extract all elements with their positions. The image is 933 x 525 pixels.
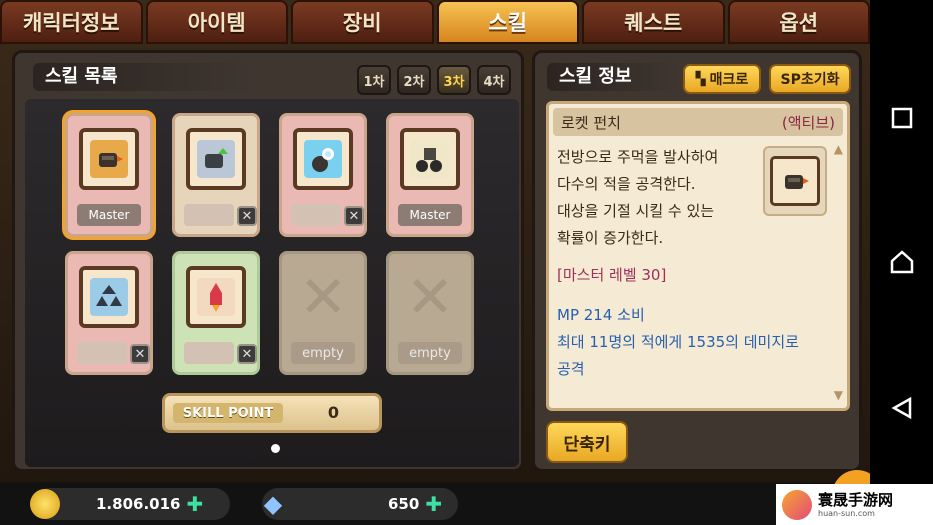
skill-info-panel: 스킬 정보 ▚ 매크로 SP초기화 로켓 펀치 (액티브) 전방으로 주먹을 발… <box>532 50 862 472</box>
close-icon[interactable]: ✕ <box>237 206 257 226</box>
job-advancement-tabs: 1차 2차 3차 4차 <box>357 65 511 95</box>
macro-label: 매크로 <box>709 72 749 88</box>
tab-items[interactable]: 아이템 <box>145 0 288 44</box>
skill-card-empty-2[interactable]: ✕ empty <box>386 251 474 375</box>
effect-line: MP 214 소비 <box>557 306 645 324</box>
tab-quests[interactable]: 퀘스트 <box>582 0 725 44</box>
skill-info-box: 로켓 펀치 (액티브) 전방으로 주먹을 발사하여 다수의 적을 공격한다. 대… <box>546 101 850 411</box>
robot-summon-icon <box>411 140 449 178</box>
skill-icon-frame <box>186 128 246 190</box>
watermark-logo-icon <box>782 489 812 520</box>
grid-icon: ▚ <box>695 71 706 87</box>
watermark-title: 寰晟手游网 <box>818 490 894 509</box>
master-level-text: [마스터 레벨 30] <box>557 266 667 284</box>
skill-card-4[interactable]: Master <box>386 113 474 237</box>
skill-level-bar <box>184 204 234 226</box>
skill-name: 로켓 펀치 <box>561 114 621 132</box>
empty-slot-label: empty <box>398 342 462 364</box>
coin-icon <box>30 489 60 519</box>
skill-card-rocket-punch[interactable]: Master <box>65 113 153 237</box>
skill-point-box: SKILL POINT 0 <box>162 393 382 433</box>
close-icon[interactable]: ✕ <box>344 206 364 226</box>
skill-point-value: 0 <box>327 403 339 422</box>
description-line: 다수의 적을 공격한다. <box>557 175 696 193</box>
rocket-punch-icon <box>770 156 820 206</box>
skill-card-2[interactable]: ✕ <box>172 113 260 237</box>
scroll-down-icon[interactable]: ▼ <box>834 388 843 402</box>
add-gem-plus-icon[interactable]: ✚ <box>425 492 442 516</box>
gem-display: ◆ 650 ✚ <box>262 488 458 520</box>
home-icon[interactable] <box>888 248 916 276</box>
skill-point-label: SKILL POINT <box>173 403 283 423</box>
skill-level-bar <box>184 342 234 364</box>
add-meso-plus-icon[interactable]: ✚ <box>186 492 203 516</box>
currency-bar: 1.806.016 ✚ ◆ 650 ✚ <box>0 482 870 525</box>
close-icon[interactable]: ✕ <box>130 344 150 364</box>
skill-level-bar <box>291 204 341 226</box>
page-indicator-dot <box>271 444 280 453</box>
skill-description: 전방으로 주먹을 발사하여 다수의 적을 공격한다. 대상을 기절 시킬 수 있… <box>557 144 757 252</box>
skill-name-bar: 로켓 펀치 (액티브) <box>553 108 843 136</box>
shortcut-key-button[interactable]: 단축키 <box>546 421 628 463</box>
description-line: 전방으로 주먹을 발사하여 <box>557 148 719 166</box>
macro-button[interactable]: ▚ 매크로 <box>683 64 761 94</box>
tab-job-3[interactable]: 3차 <box>437 65 471 95</box>
skill-icon-frame <box>400 128 460 190</box>
skill-icon-frame <box>293 128 353 190</box>
skill-info-title: 스킬 정보 <box>547 63 679 91</box>
empty-slot-icon: ✕ <box>405 263 455 331</box>
description-line: 대상을 기절 시킬 수 있는 <box>557 202 715 220</box>
tab-job-4[interactable]: 4차 <box>477 65 511 95</box>
tab-character-info[interactable]: 캐릭터정보 <box>0 0 143 44</box>
tab-options[interactable]: 옵션 <box>727 0 870 44</box>
rocket-booster-icon <box>197 278 235 316</box>
android-nav-bar <box>870 0 933 525</box>
gear-upgrade-icon <box>197 140 235 178</box>
energy-blast-icon <box>304 140 342 178</box>
recent-apps-icon[interactable] <box>888 104 916 132</box>
watermark-subtitle: huan-sun.com <box>818 508 875 518</box>
effect-line: 최대 11명의 적에게 1535의 데미지로 <box>557 333 799 351</box>
rocket-punch-icon <box>90 140 128 178</box>
skill-card-5[interactable]: ✕ <box>65 251 153 375</box>
skill-card-empty-1[interactable]: ✕ empty <box>279 251 367 375</box>
skill-card-6[interactable]: ✕ <box>172 251 260 375</box>
sp-reset-button[interactable]: SP초기화 <box>769 64 851 94</box>
description-line: 확률이 증가한다. <box>557 229 664 247</box>
skill-effect-text: MP 214 소비 최대 11명의 적에게 1535의 데미지로 공격 <box>557 302 827 383</box>
empty-slot-label: empty <box>291 342 355 364</box>
triple-bomb-icon <box>90 278 128 316</box>
watermark: 寰晟手游网 huan-sun.com <box>776 484 933 525</box>
game-screen: 캐릭터정보 아이템 장비 스킬 퀘스트 옵션 스킬 목록 1차 2차 3차 4차… <box>0 0 870 525</box>
skill-icon-frame <box>79 128 139 190</box>
meso-display: 1.806.016 ✚ <box>30 488 230 520</box>
tab-job-2[interactable]: 2차 <box>397 65 431 95</box>
scroll-up-icon[interactable]: ▲ <box>834 142 843 156</box>
meso-amount: 1.806.016 <box>96 495 181 513</box>
effect-line: 공격 <box>557 360 585 378</box>
selected-skill-icon <box>763 146 827 216</box>
main-tab-bar: 캐릭터정보 아이템 장비 스킬 퀘스트 옵션 <box>0 0 870 46</box>
tab-skills[interactable]: 스킬 <box>436 0 579 44</box>
skill-icon-frame <box>186 266 246 328</box>
tab-equipment[interactable]: 장비 <box>291 0 434 44</box>
back-icon[interactable] <box>888 394 916 422</box>
gem-amount: 650 <box>388 495 420 513</box>
skill-list-title: 스킬 목록 <box>33 63 255 91</box>
candy-gem-icon: ◆ <box>263 490 283 518</box>
skill-type: (액티브) <box>781 114 835 132</box>
skill-master-badge: Master <box>398 204 462 226</box>
close-icon[interactable]: ✕ <box>237 344 257 364</box>
empty-slot-icon: ✕ <box>298 263 348 331</box>
skill-icon-frame <box>79 266 139 328</box>
skill-card-3[interactable]: ✕ <box>279 113 367 237</box>
skill-master-badge: Master <box>77 204 141 226</box>
skill-level-bar <box>77 342 127 364</box>
tab-job-1[interactable]: 1차 <box>357 65 391 95</box>
